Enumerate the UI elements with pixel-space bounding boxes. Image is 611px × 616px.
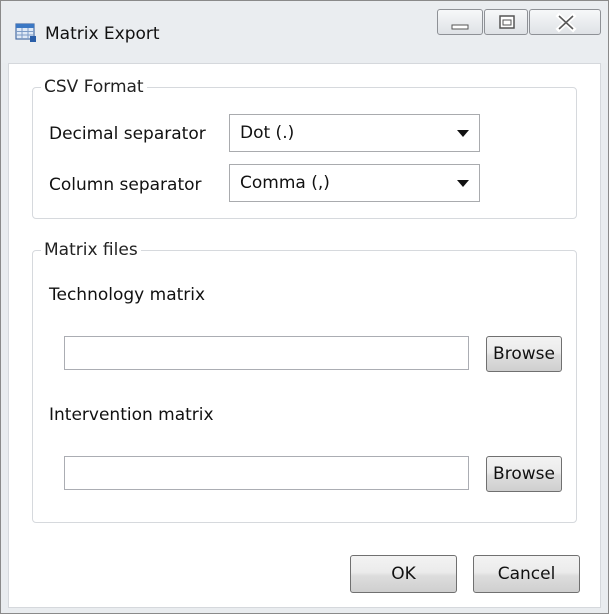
cancel-button[interactable]: Cancel <box>473 555 580 593</box>
minimize-icon <box>451 24 469 30</box>
technology-matrix-input[interactable] <box>64 336 469 370</box>
csv-format-group: CSV Format Decimal separator Dot (.) Col… <box>32 76 577 219</box>
maximize-icon <box>499 15 515 29</box>
close-icon <box>555 12 577 33</box>
chevron-down-icon <box>457 130 469 137</box>
column-separator-label: Column separator <box>49 175 202 195</box>
decimal-separator-label: Decimal separator <box>49 124 206 144</box>
csv-format-legend: CSV Format <box>41 76 147 98</box>
decimal-separator-value: Dot (.) <box>240 123 295 143</box>
decimal-separator-select[interactable]: Dot (.) <box>229 114 480 152</box>
maximize-button[interactable] <box>484 9 528 35</box>
chevron-down-icon <box>457 180 469 187</box>
window-table-icon <box>15 23 37 43</box>
dialog-content: CSV Format Decimal separator Dot (.) Col… <box>8 63 601 608</box>
intervention-matrix-input[interactable] <box>64 456 469 490</box>
ok-button[interactable]: OK <box>350 555 457 593</box>
intervention-matrix-label: Intervention matrix <box>49 405 214 425</box>
minimize-button[interactable] <box>437 9 483 35</box>
column-separator-value: Comma (,) <box>240 173 330 193</box>
matrix-files-group: Matrix files Technology matrix Browse In… <box>32 239 577 523</box>
window-title: Matrix Export <box>45 24 160 44</box>
matrix-export-window: Matrix Export CSV Format Decimal separat… <box>0 0 609 614</box>
intervention-browse-button[interactable]: Browse <box>486 456 562 492</box>
technology-browse-button[interactable]: Browse <box>486 336 562 372</box>
close-button[interactable] <box>529 9 601 35</box>
title-bar[interactable]: Matrix Export <box>1 1 608 63</box>
technology-matrix-label: Technology matrix <box>49 285 206 305</box>
matrix-files-legend: Matrix files <box>41 239 141 261</box>
column-separator-select[interactable]: Comma (,) <box>229 164 480 202</box>
